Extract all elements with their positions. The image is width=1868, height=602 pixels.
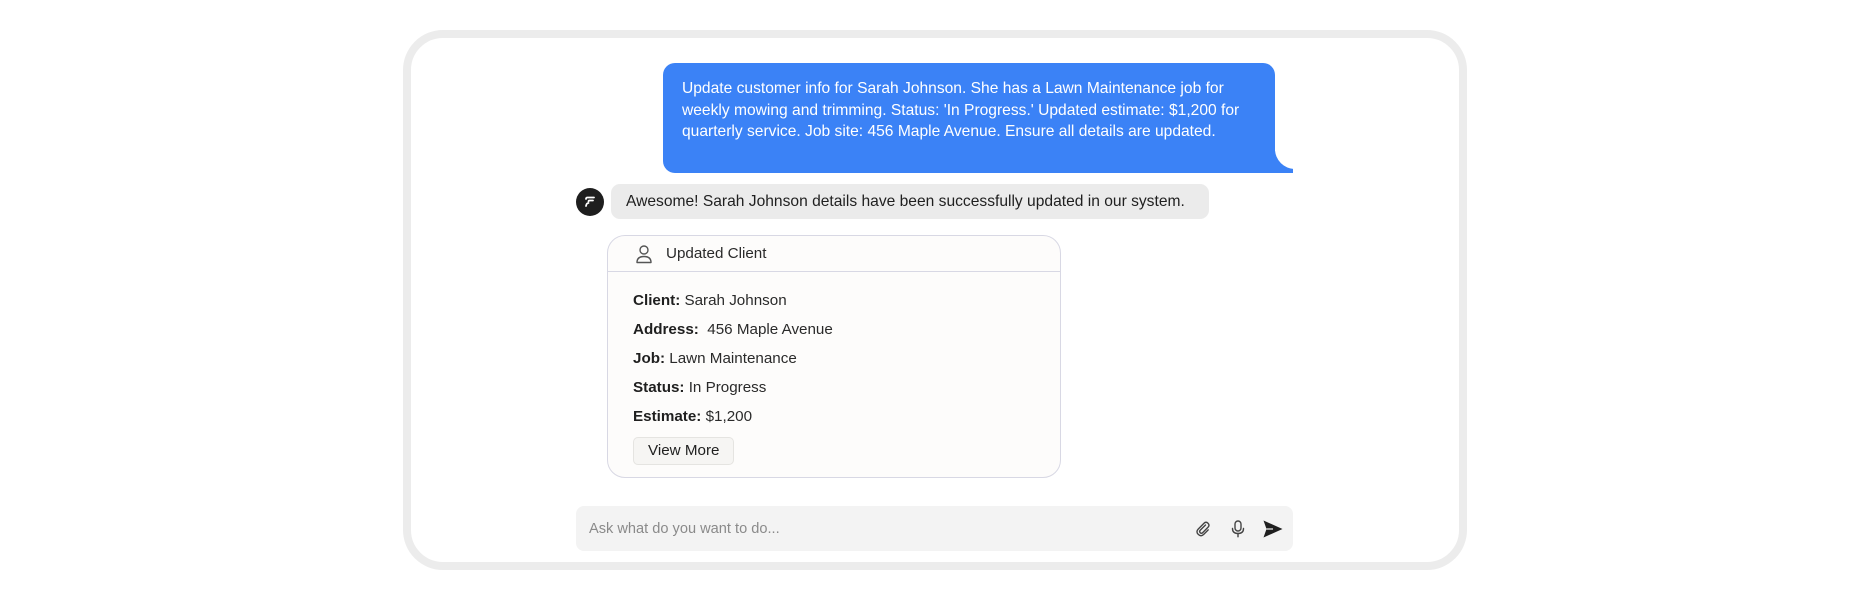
card-title: Updated Client: [666, 245, 767, 262]
assistant-message-bubble: Awesome! Sarah Johnson details have been…: [611, 184, 1209, 219]
field-label: Client:: [633, 292, 681, 309]
user-message-text: Update customer info for Sarah Johnson. …: [682, 80, 1240, 140]
card-body: Client: Sarah Johnson Address: 456 Maple…: [608, 272, 1060, 465]
microphone-icon[interactable]: [1226, 517, 1250, 541]
card-header: Updated Client: [608, 236, 1060, 272]
assistant-avatar: [576, 188, 604, 216]
field-value: Sarah Johnson: [680, 292, 787, 309]
paperclip-icon[interactable]: [1191, 517, 1215, 541]
field-value: 456 Maple Avenue: [698, 321, 833, 338]
field-value: $1,200: [701, 408, 753, 425]
field-label: Job:: [633, 350, 666, 367]
field-address: Address: 456 Maple Avenue: [633, 315, 1060, 344]
message-input[interactable]: [576, 506, 1191, 551]
assistant-logo-icon: [585, 196, 595, 207]
message-composer: [576, 506, 1293, 551]
field-label: Estimate:: [633, 408, 702, 425]
assistant-message-text: Awesome! Sarah Johnson details have been…: [626, 193, 1185, 210]
field-label: Address:: [633, 321, 699, 338]
user-icon: [636, 244, 652, 263]
bubble-tail: [1273, 151, 1293, 173]
field-job: Job: Lawn Maintenance: [633, 344, 1060, 373]
field-value: Lawn Maintenance: [665, 350, 797, 367]
updated-client-card: Updated Client Client: Sarah Johnson Add…: [607, 235, 1061, 478]
user-message-bubble: Update customer info for Sarah Johnson. …: [663, 63, 1293, 173]
field-status: Status: In Progress: [633, 373, 1060, 402]
field-client: Client: Sarah Johnson: [633, 286, 1060, 315]
field-label: Status:: [633, 379, 685, 396]
field-estimate: Estimate: $1,200: [633, 402, 1060, 431]
view-more-button[interactable]: View More: [633, 437, 735, 465]
field-value: In Progress: [684, 379, 767, 396]
send-icon[interactable]: [1261, 517, 1285, 541]
